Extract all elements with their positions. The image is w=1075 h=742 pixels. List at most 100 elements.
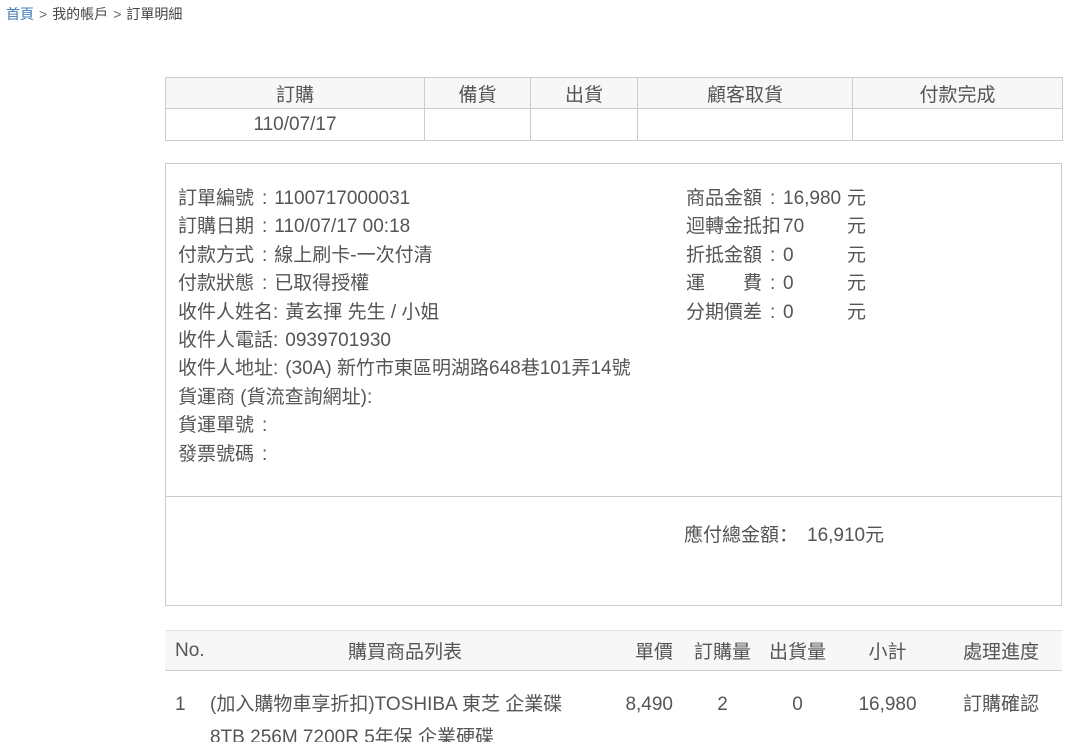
carrier-row: 貨運商 (貨流查詢網址): bbox=[178, 384, 686, 412]
recipient-phone-row: 收件人電話:0939701930 bbox=[178, 327, 686, 355]
payable-total-value: 16,910元 bbox=[807, 525, 884, 546]
status-col-payment-complete: 付款完成 bbox=[853, 78, 1063, 109]
payable-total-label: 應付總金額： bbox=[684, 525, 798, 546]
item-product-name: (加入購物車享折扣)TOSHIBA 東芝 企業碟 8TB 256M 7200R … bbox=[210, 671, 600, 742]
invoice-number-label: 發票號碼 bbox=[178, 441, 262, 469]
item-unit-price: 8,490 bbox=[600, 671, 685, 742]
shipping-fee-row: 運 費:0元 bbox=[686, 270, 1061, 298]
rebate-deduction-row: 迴轉金抵扣:70元 bbox=[686, 213, 1061, 241]
shipping-fee-label: 運 費 bbox=[686, 270, 770, 298]
items-col-order-qty: 訂購量 bbox=[685, 631, 760, 671]
order-date-label: 訂購日期 bbox=[178, 213, 262, 241]
tracking-number-row: 貨運單號: bbox=[178, 412, 686, 440]
colon: : bbox=[367, 387, 372, 408]
order-info-section: 訂單編號:1100717000031 訂購日期:110/07/17 00:18 … bbox=[166, 164, 1061, 497]
item-order-qty: 2 bbox=[685, 671, 760, 742]
order-status-table: 訂購 備貨 出貨 顧客取貨 付款完成 110/07/17 bbox=[165, 77, 1063, 141]
payable-total-section: 應付總金額： 16,910元 bbox=[166, 497, 1061, 550]
payment-method-value: 線上刷卡-一次付清 bbox=[274, 245, 432, 266]
colon: : bbox=[770, 242, 783, 270]
product-amount-row: 商品金額:16,980元 bbox=[686, 185, 1061, 213]
colon: : bbox=[262, 245, 267, 266]
product-amount-label: 商品金額 bbox=[686, 185, 770, 213]
colon: : bbox=[262, 216, 267, 237]
items-header-row: No. 購買商品列表 單價 訂購量 出貨量 小計 處理進度 bbox=[165, 631, 1062, 671]
breadcrumb: 首頁 > 我的帳戶 > 訂單明細 bbox=[6, 4, 182, 24]
payment-status-label: 付款狀態 bbox=[178, 270, 262, 298]
item-subtotal: 16,980 bbox=[835, 671, 940, 742]
colon: : bbox=[262, 415, 267, 436]
invoice-number-row: 發票號碼: bbox=[178, 441, 686, 469]
order-number-label: 訂單編號 bbox=[178, 185, 262, 213]
recipient-address-value: (30A) 新竹市東區明湖路648巷101弄14號 bbox=[285, 358, 630, 379]
order-info-box: 訂單編號:1100717000031 訂購日期:110/07/17 00:18 … bbox=[165, 163, 1062, 606]
order-number-value: 1100717000031 bbox=[274, 188, 410, 209]
order-detail-page: 首頁 > 我的帳戶 > 訂單明細 訂購 備貨 出貨 顧客取貨 付款完成 110/07/1… bbox=[0, 0, 1075, 742]
status-col-preparing: 備貨 bbox=[425, 78, 531, 109]
discount-amount-label: 折抵金額 bbox=[686, 242, 770, 270]
breadcrumb-current-order-detail: 訂單明細 bbox=[126, 6, 182, 22]
breadcrumb-separator: > bbox=[113, 6, 121, 22]
discount-amount-row: 折抵金額:0元 bbox=[686, 242, 1061, 270]
colon: : bbox=[770, 299, 783, 327]
item-ship-qty: 0 bbox=[760, 671, 835, 742]
colon: : bbox=[770, 270, 783, 298]
installment-difference-unit: 元 bbox=[847, 299, 866, 327]
items-col-unit-price: 單價 bbox=[600, 631, 685, 671]
status-value-row: 110/07/17 bbox=[166, 109, 1063, 141]
recipient-name-value: 黃玄揮 先生 / 小姐 bbox=[285, 302, 439, 323]
status-col-shipped: 出貨 bbox=[531, 78, 638, 109]
breadcrumb-home-link[interactable]: 首頁 bbox=[6, 6, 34, 22]
colon: : bbox=[273, 302, 278, 323]
discount-amount-unit: 元 bbox=[847, 242, 866, 270]
status-customer-pickup-value bbox=[638, 109, 853, 141]
status-ordered-date: 110/07/17 bbox=[166, 109, 425, 141]
items-col-subtotal: 小計 bbox=[835, 631, 940, 671]
payment-method-label: 付款方式 bbox=[178, 242, 262, 270]
rebate-deduction-value: 70 bbox=[783, 213, 847, 241]
items-col-no: No. bbox=[165, 631, 210, 671]
colon: : bbox=[273, 358, 278, 379]
rebate-deduction-label: 迴轉金抵扣 bbox=[686, 213, 770, 241]
order-number-row: 訂單編號:1100717000031 bbox=[178, 185, 686, 213]
product-amount-value: 16,980 bbox=[783, 185, 847, 213]
rebate-deduction-unit: 元 bbox=[847, 213, 866, 241]
recipient-name-label: 收件人姓名 bbox=[178, 299, 273, 327]
breadcrumb-my-account-link[interactable]: 我的帳戶 bbox=[52, 6, 108, 22]
recipient-name-row: 收件人姓名: 黃玄揮 先生 / 小姐 bbox=[178, 299, 686, 327]
order-amounts-column: 商品金額:16,980元 迴轉金抵扣:70元 折抵金額:0元 運 費:0元 分期… bbox=[686, 185, 1061, 496]
shipping-fee-unit: 元 bbox=[847, 270, 866, 298]
shipping-fee-value: 0 bbox=[783, 270, 847, 298]
items-col-ship-qty: 出貨量 bbox=[760, 631, 835, 671]
colon: : bbox=[770, 213, 783, 241]
installment-difference-label: 分期價差 bbox=[686, 299, 770, 327]
recipient-address-row: 收件人地址: (30A) 新竹市東區明湖路648巷101弄14號 bbox=[178, 355, 686, 383]
colon: : bbox=[262, 273, 267, 294]
status-shipped-value bbox=[531, 109, 638, 141]
product-amount-unit: 元 bbox=[847, 185, 866, 213]
item-process-status: 訂購確認 bbox=[940, 671, 1062, 742]
recipient-phone-label: 收件人電話 bbox=[178, 327, 273, 355]
status-col-customer-pickup: 顧客取貨 bbox=[638, 78, 853, 109]
item-no: 1 bbox=[165, 671, 210, 742]
recipient-phone-value: 0939701930 bbox=[285, 330, 391, 351]
items-col-product-list: 購買商品列表 bbox=[210, 631, 600, 671]
payment-method-row: 付款方式: 線上刷卡-一次付清 bbox=[178, 242, 686, 270]
order-info-left-column: 訂單編號:1100717000031 訂購日期:110/07/17 00:18 … bbox=[178, 185, 686, 496]
purchased-items-table: No. 購買商品列表 單價 訂購量 出貨量 小計 處理進度 1 (加入購物車享折… bbox=[165, 630, 1062, 742]
breadcrumb-separator: > bbox=[39, 6, 47, 22]
status-col-ordered: 訂購 bbox=[166, 78, 425, 109]
status-header-row: 訂購 備貨 出貨 顧客取貨 付款完成 bbox=[166, 78, 1063, 109]
colon: : bbox=[273, 330, 278, 351]
order-date-value: 110/07/17 00:18 bbox=[274, 216, 410, 237]
order-date-row: 訂購日期:110/07/17 00:18 bbox=[178, 213, 686, 241]
colon: : bbox=[262, 188, 267, 209]
colon: : bbox=[770, 185, 783, 213]
tracking-number-label: 貨運單號 bbox=[178, 412, 262, 440]
installment-difference-row: 分期價差:0元 bbox=[686, 299, 1061, 327]
colon: : bbox=[262, 444, 267, 465]
items-col-process-status: 處理進度 bbox=[940, 631, 1062, 671]
item-row: 1 (加入購物車享折扣)TOSHIBA 東芝 企業碟 8TB 256M 7200… bbox=[165, 671, 1062, 742]
installment-difference-value: 0 bbox=[783, 299, 847, 327]
recipient-address-label: 收件人地址 bbox=[178, 355, 273, 383]
